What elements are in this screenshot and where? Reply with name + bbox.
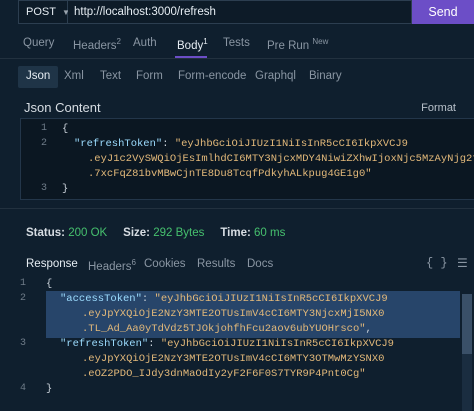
json-key: "refreshToken" <box>60 338 149 350</box>
json-value-continued: .eyJpYXQiOjE2NzY3MTE2OTUsImV4cCI6MTY3Njc… <box>82 308 385 320</box>
tab-label: Results <box>197 258 236 270</box>
request-bar: POST ▼ http://localhost:3000/refresh Sen… <box>18 0 474 24</box>
menu-icon[interactable]: ☰ <box>457 256 468 270</box>
code-close-brace: } <box>62 183 69 195</box>
line-number: 2 <box>40 138 47 149</box>
tab-tests[interactable]: Tests <box>223 37 250 49</box>
line-number: 2 <box>19 293 26 304</box>
body-type-form-encode[interactable]: Form-encode <box>178 70 246 82</box>
tab-response[interactable]: Response <box>26 258 78 270</box>
tab-response-headers[interactable]: Headers6 <box>88 258 136 273</box>
json-value-continued: .eyJ1c2VySWQiOjEsImlhdCI6MTY3NjcxMDY4Niw… <box>88 153 474 165</box>
json-content-label: Json Content <box>24 100 101 115</box>
body-type-tabs: Json Xml Text Form Form-encode Graphql B… <box>0 66 474 90</box>
tab-badge: 2 <box>116 37 121 46</box>
tab-label: Cookies <box>144 258 186 270</box>
status-value: 200 OK <box>68 227 108 239</box>
tab-results[interactable]: Results <box>197 258 235 270</box>
tab-badge: New <box>312 37 329 46</box>
request-tabs: Query Headers2 Auth Body1 Tests Pre Run … <box>0 35 474 58</box>
json-value-continued: .7xcFqZ81bvMBwCjnTE8Du8TcqfPdkyhALkpug4G… <box>88 168 372 180</box>
body-type-xml[interactable]: Xml <box>64 70 84 82</box>
scrollbar-thumb[interactable] <box>462 294 472 354</box>
body-type-graphql[interactable]: Graphql <box>255 70 296 82</box>
json-colon: : <box>162 138 175 150</box>
tab-label: Docs <box>247 258 274 270</box>
json-key: "accessToken" <box>60 293 142 305</box>
response-body-viewer[interactable]: 1{ 2 "accessToken": "eyJhbGciOiJIUzI1NiIs… <box>0 276 474 411</box>
format-button[interactable]: Format <box>421 102 456 114</box>
code-open-brace: { <box>62 123 69 135</box>
tab-badge: 1 <box>203 37 208 46</box>
divider <box>0 58 474 59</box>
json-value-continued: .TL_Ad_Aa0yTdVdz5TJOkjohfhFcu2aov6ubYUOH… <box>82 323 366 335</box>
tab-badge: 6 <box>131 258 136 267</box>
tab-label: Query <box>23 37 55 49</box>
code-close-brace: } <box>46 383 53 395</box>
body-type-json[interactable]: Json <box>26 70 50 82</box>
json-value-continued: .eOZ2PDO_IJdy3dnMaOdIy2yF2F6F0S7TYR9P4Pn… <box>82 368 366 380</box>
line-number: 1 <box>40 123 47 134</box>
response-status: Status: 200 OK Size: 292 Bytes Time: 60 … <box>26 227 285 239</box>
url-input[interactable]: http://localhost:3000/refresh <box>68 0 412 24</box>
method-select[interactable]: POST ▼ <box>18 0 70 24</box>
body-type-form[interactable]: Form <box>136 70 163 82</box>
tab-pre-run[interactable]: Pre Run New <box>267 37 328 52</box>
tab-query[interactable]: Query <box>23 37 54 49</box>
json-value: "eyJhbGciOiJIUzI1NiIsInR5cCI6IkpXVCJ9 <box>160 338 394 350</box>
tab-label: Response <box>26 258 78 270</box>
body-type-binary[interactable]: Binary <box>309 70 342 82</box>
status-label: Status: <box>26 227 65 239</box>
response-tabs: Response Headers6 Cookies Results Docs {… <box>0 256 474 279</box>
line-number: 4 <box>19 383 26 394</box>
time-label: Time: <box>220 227 251 239</box>
braces-icon[interactable]: { } <box>426 256 448 270</box>
line-number: 3 <box>19 338 26 349</box>
tab-label: Headers <box>73 39 117 52</box>
divider <box>0 208 474 209</box>
tab-cookies[interactable]: Cookies <box>144 258 186 270</box>
line-number: 3 <box>40 183 47 194</box>
size-label: Size: <box>123 227 151 239</box>
json-value: "eyJhbGciOiJIUzI1NiIsInR5cCI6IkpXVCJ9 <box>174 138 408 150</box>
code-open-brace: { <box>46 278 53 290</box>
tab-label: Tests <box>223 37 250 49</box>
tab-label: Body <box>177 39 204 52</box>
tab-headers[interactable]: Headers2 <box>73 37 121 52</box>
size-value: 292 Bytes <box>153 227 205 239</box>
tab-label: Pre Run <box>267 39 310 52</box>
line-number: 1 <box>19 278 26 289</box>
tab-docs[interactable]: Docs <box>247 258 273 270</box>
json-value: "eyJhbGciOiJIUzI1NiIsInR5cCI6IkpXVCJ9 <box>154 293 388 305</box>
tab-auth[interactable]: Auth <box>133 37 157 49</box>
json-key: "refreshToken" <box>74 138 163 150</box>
send-button[interactable]: Send <box>412 0 474 24</box>
request-body-editor[interactable]: 1 { 2 "refreshToken": "eyJhbGciOiJIUzI1NiI… <box>20 118 474 200</box>
tab-body[interactable]: Body1 <box>177 37 208 52</box>
tab-label: Headers <box>88 260 132 273</box>
json-comma: , <box>365 323 372 335</box>
body-type-text[interactable]: Text <box>100 70 121 82</box>
time-value: 60 ms <box>254 227 286 239</box>
method-label: POST <box>26 6 56 18</box>
json-value-continued: .eyJpYXQiOjE2NzY3MTE2OTUsImV4cCI6MTY3OTM… <box>82 353 385 365</box>
tab-label: Auth <box>133 37 157 49</box>
